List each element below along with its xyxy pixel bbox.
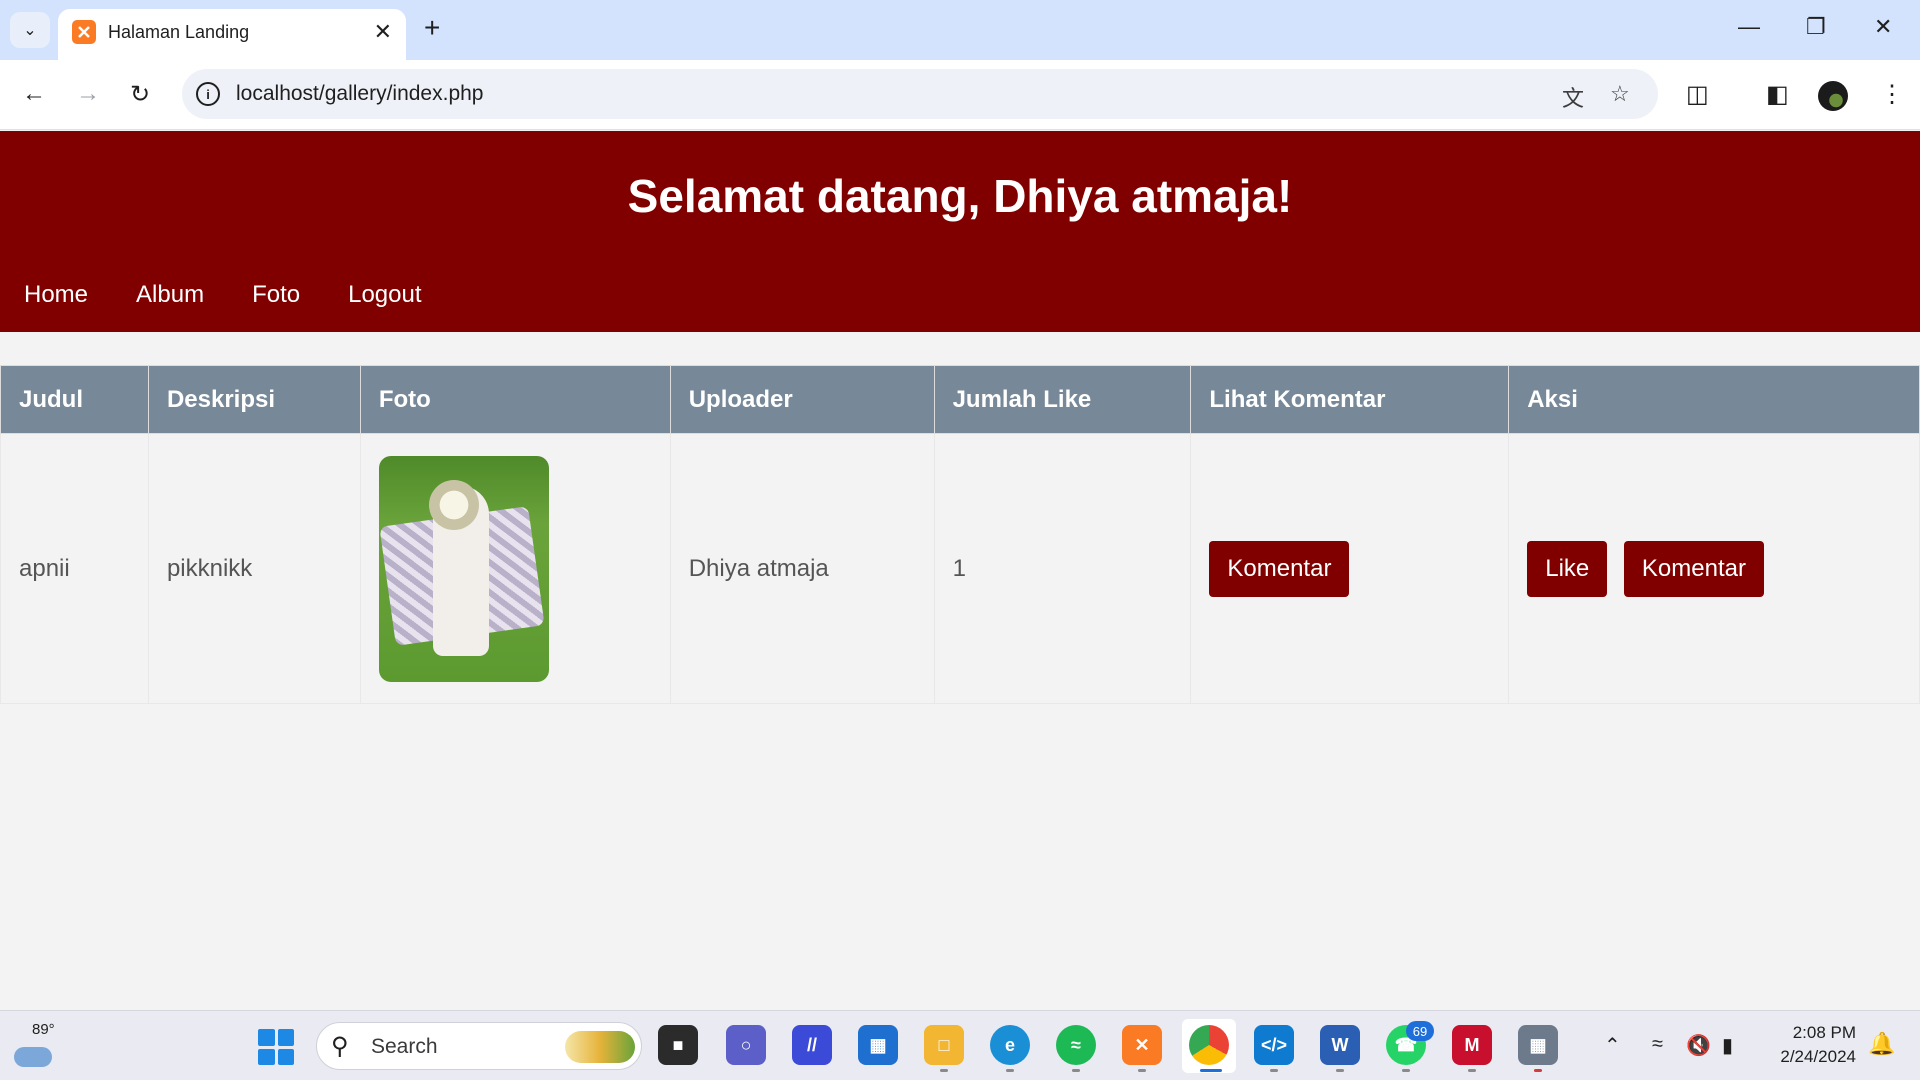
info-icon[interactable]: i: [196, 82, 220, 106]
nav-link-home[interactable]: Home: [24, 281, 88, 309]
cell-foto: [359, 433, 671, 704]
taskbar-search[interactable]: ⚲ Search: [316, 1022, 642, 1070]
nav-link-album[interactable]: Album: [136, 281, 204, 309]
page-title: Selamat datang, Dhiya atmaja!: [627, 170, 1293, 222]
search-icon: ⚲: [331, 1033, 349, 1060]
plus-icon[interactable]: +: [424, 12, 440, 44]
url-text[interactable]: localhost/gallery/index.php: [236, 82, 484, 106]
table-row: apnii pikknikk Dhiya atmaja 1 Komentar L…: [0, 433, 1920, 704]
column-header-aksi: Aksi: [1508, 365, 1920, 434]
task-view-icon[interactable]: ■: [658, 1025, 698, 1065]
browser-tabstrip: ⌄ Halaman Landing ✕ + — ❐ ✕: [0, 0, 1920, 60]
gallery-photo: [378, 455, 549, 682]
taskbar: 89° ⚲ Search ■ ○ // ▦ □ e ≈ ✕ </> W ☎ 69…: [0, 1010, 1920, 1080]
star-icon[interactable]: ☆: [1610, 81, 1630, 107]
tab-title: Halaman Landing: [108, 22, 250, 42]
clock-date: 2/24/2024: [1780, 1047, 1856, 1066]
chrome-icon[interactable]: [1189, 1025, 1229, 1065]
spotify-icon[interactable]: ≈: [1056, 1025, 1096, 1065]
nav-link-foto[interactable]: Foto: [252, 281, 300, 309]
chevron-down-icon: ⌄: [23, 22, 37, 39]
bell-icon[interactable]: 🔔: [1868, 1031, 1895, 1057]
column-header-judul: Judul: [0, 365, 149, 434]
xampp-favicon-icon: [72, 20, 96, 44]
restore-icon[interactable]: ❐: [1806, 14, 1826, 40]
column-header-deskripsi: Deskripsi: [147, 365, 361, 434]
app-icon[interactable]: //: [792, 1025, 832, 1065]
search-highlight-image: [565, 1031, 635, 1063]
avatar[interactable]: [1818, 81, 1848, 111]
close-window-icon[interactable]: ✕: [1874, 14, 1892, 40]
komentar-button[interactable]: Komentar: [1623, 540, 1764, 597]
nav-link-logout[interactable]: Logout: [348, 281, 421, 309]
wifi-icon[interactable]: ≈: [1652, 1033, 1663, 1056]
clock-time: 2:08 PM: [1792, 1023, 1856, 1042]
page-header: Selamat datang, Dhiya atmaja! Home Album…: [0, 131, 1920, 332]
side-panel-icon[interactable]: ◧: [1766, 80, 1789, 109]
cell-jumlah-like: 1: [933, 433, 1192, 704]
puzzle-icon[interactable]: ◫: [1686, 80, 1709, 109]
cell-lihat-komentar: Komentar: [1190, 433, 1510, 704]
vscode-icon[interactable]: </>: [1254, 1025, 1294, 1065]
cell-uploader: Dhiya atmaja: [669, 433, 935, 704]
arrow-right-icon[interactable]: →: [76, 80, 100, 108]
weather-temp: 89°: [32, 1021, 55, 1038]
chevron-up-icon[interactable]: ⌃: [1604, 1033, 1621, 1058]
column-header-foto: Foto: [359, 365, 671, 434]
arrow-left-icon[interactable]: ←: [22, 80, 46, 108]
address-bar[interactable]: i localhost/gallery/index.php 文 ☆: [182, 69, 1658, 119]
edge-icon[interactable]: e: [990, 1025, 1030, 1065]
column-header-uploader: Uploader: [669, 365, 935, 434]
windows-start-icon[interactable]: [258, 1029, 294, 1065]
column-header-lihat-komentar: Lihat Komentar: [1190, 365, 1510, 434]
speaker-muted-icon[interactable]: 🔇: [1686, 1033, 1711, 1058]
teams-icon[interactable]: ○: [726, 1025, 766, 1065]
system-clock[interactable]: 2:08 PM 2/24/2024: [1770, 1021, 1856, 1069]
browser-toolbar: ← → ↻ i localhost/gallery/index.php 文 ☆ …: [0, 60, 1920, 130]
table-header-row: Judul Deskripsi Foto Uploader Jumlah Lik…: [0, 365, 1920, 434]
folder-icon[interactable]: □: [924, 1025, 964, 1065]
word-icon[interactable]: W: [1320, 1025, 1360, 1065]
kebab-menu-icon[interactable]: ⋮: [1880, 80, 1904, 109]
xampp-icon[interactable]: ✕: [1122, 1025, 1162, 1065]
like-button[interactable]: Like: [1527, 540, 1608, 597]
lihat-komentar-button[interactable]: Komentar: [1209, 540, 1350, 597]
cell-deskripsi: pikknikk: [147, 433, 361, 704]
microsoft-store-icon[interactable]: ▦: [858, 1025, 898, 1065]
mcafee-icon[interactable]: M: [1452, 1025, 1492, 1065]
browser-tab[interactable]: Halaman Landing ✕: [58, 9, 406, 60]
tab-search-button[interactable]: ⌄: [10, 12, 50, 48]
search-placeholder: Search: [371, 1035, 438, 1058]
notification-badge: 69: [1406, 1021, 1434, 1041]
gallery-table: Judul Deskripsi Foto Uploader Jumlah Lik…: [0, 365, 1920, 704]
close-icon[interactable]: ✕: [374, 19, 392, 45]
cloud-icon: [14, 1047, 52, 1067]
cell-aksi: Like Komentar: [1508, 433, 1920, 704]
main-nav: Home Album Foto Logout: [24, 281, 422, 309]
minimize-icon[interactable]: —: [1738, 14, 1760, 40]
calculator-icon[interactable]: ▦: [1518, 1025, 1558, 1065]
translate-icon[interactable]: 文: [1562, 81, 1584, 113]
column-header-jumlah-like: Jumlah Like: [933, 365, 1192, 434]
cell-judul: apnii: [0, 433, 149, 704]
battery-icon[interactable]: ▮: [1722, 1033, 1733, 1058]
reload-icon[interactable]: ↻: [130, 80, 150, 109]
